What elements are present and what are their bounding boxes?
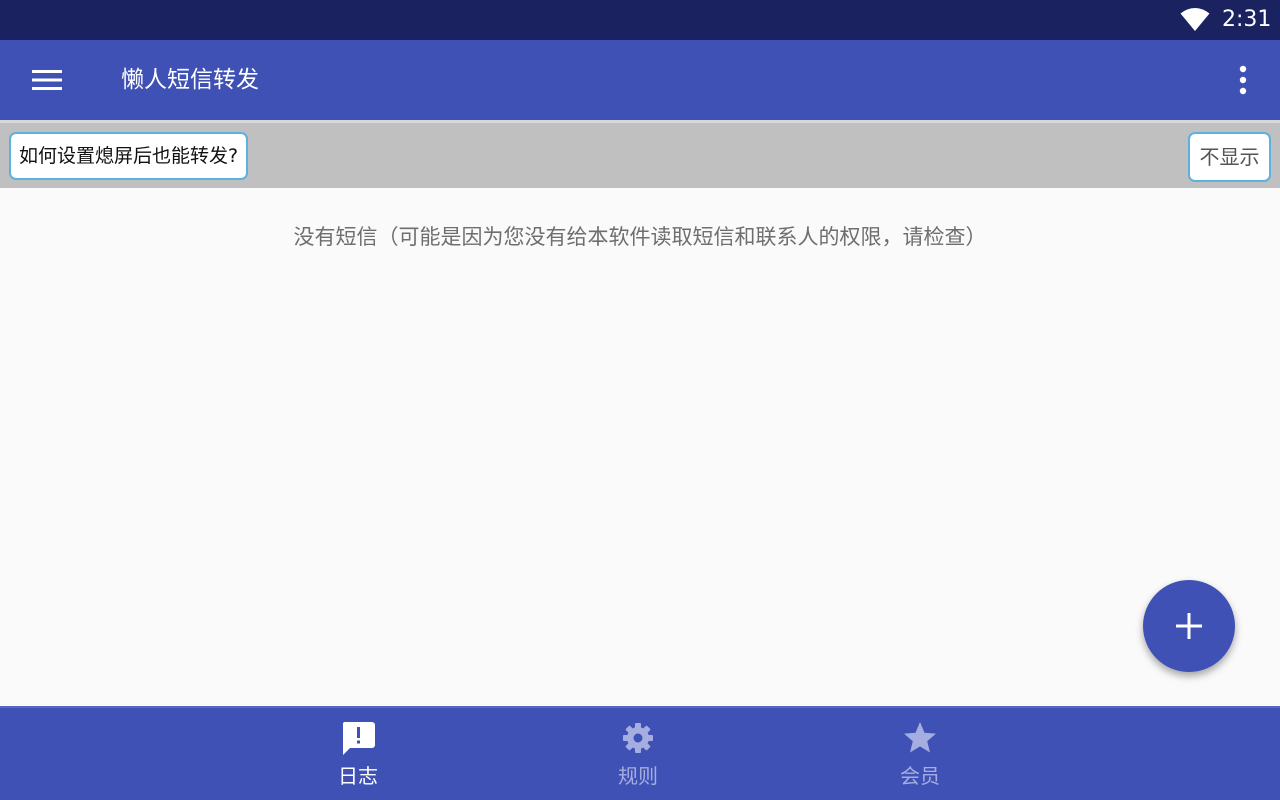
nav-item-log[interactable]: 日志: [288, 708, 428, 800]
nav-label-rules: 规则: [618, 764, 658, 788]
wifi-icon: [1180, 8, 1210, 31]
dismiss-tip-button[interactable]: 不显示: [1188, 132, 1271, 182]
menu-icon: [32, 70, 62, 90]
more-vert-icon: [1239, 65, 1247, 95]
menu-button[interactable]: [26, 62, 68, 98]
status-bar: 2:31: [0, 0, 1280, 40]
add-button[interactable]: [1143, 580, 1235, 672]
feedback-icon: [342, 722, 375, 755]
status-time: 2:31: [1222, 7, 1272, 32]
app-bar: 懒人短信转发: [0, 40, 1280, 120]
screen-off-help-link[interactable]: 如何设置熄屏后也能转发?: [9, 132, 249, 180]
tip-bar: 如何设置熄屏后也能转发? 不显示: [0, 120, 1280, 188]
nav-label-membership: 会员: [900, 764, 940, 788]
star-icon: [904, 722, 936, 753]
empty-state-message: 没有短信（可能是因为您没有给本软件读取短信和联系人的权限，请检查）: [293, 225, 987, 249]
app-title: 懒人短信转发: [121, 67, 259, 93]
nav-label-log: 日志: [338, 764, 378, 788]
bottom-navigation: 日志 规则 会员: [0, 706, 1280, 800]
overflow-menu-button[interactable]: [1226, 62, 1260, 98]
nav-item-membership[interactable]: 会员: [850, 708, 990, 800]
add-icon: [1176, 613, 1202, 639]
gear-icon: [623, 723, 653, 753]
nav-item-rules[interactable]: 规则: [568, 708, 708, 800]
